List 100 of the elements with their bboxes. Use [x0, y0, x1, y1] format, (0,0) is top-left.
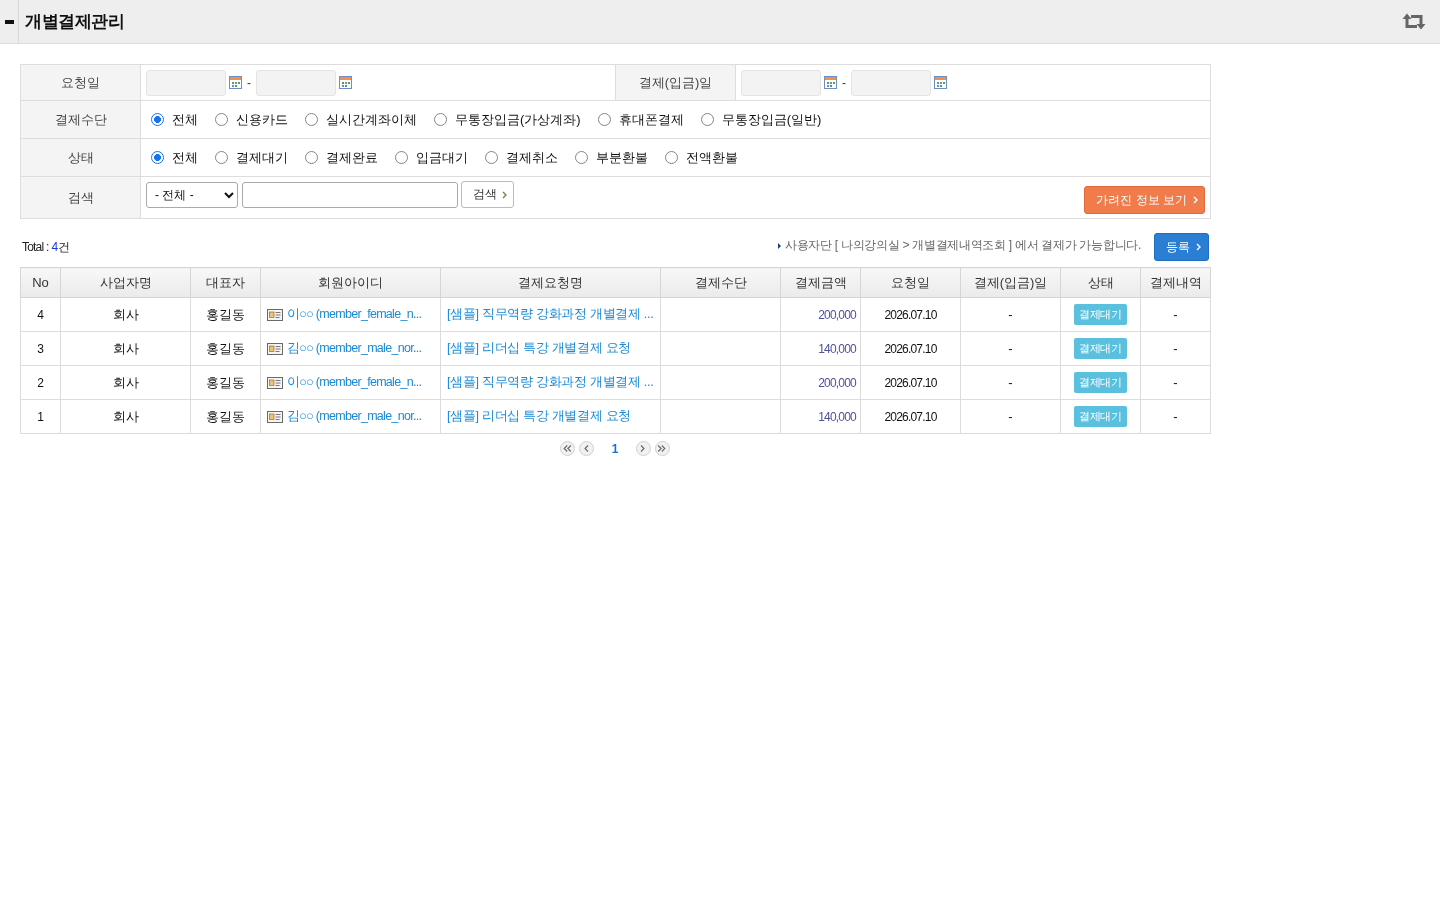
- radio-button[interactable]: [151, 113, 164, 126]
- table-cell: 홍길동: [190, 365, 261, 400]
- page-link[interactable]: 1: [611, 441, 619, 456]
- triangle-bullet-icon: [778, 242, 781, 249]
- chevron-right-icon: [1196, 243, 1201, 251]
- chevron-right-icon: [1193, 196, 1198, 204]
- chevron-right-icon: [502, 190, 507, 199]
- status-badge: 결제대기: [1074, 372, 1127, 393]
- radio-button[interactable]: [305, 151, 318, 164]
- column-header: 결제요청명: [440, 267, 661, 298]
- search-scope-select[interactable]: - 전체 -: [146, 181, 238, 208]
- radio-button[interactable]: [151, 151, 164, 164]
- radio-label[interactable]: 휴대폰결제: [618, 110, 684, 129]
- total-count: Total : 4건: [22, 238, 70, 256]
- table-cell: -: [1140, 399, 1211, 434]
- radio-label[interactable]: 부분환불: [596, 148, 648, 167]
- column-header: 사업자명: [60, 267, 191, 298]
- radio-button[interactable]: [215, 151, 228, 164]
- table-cell: -: [960, 297, 1061, 332]
- radio-button[interactable]: [485, 151, 498, 164]
- id-card-icon: [267, 376, 283, 389]
- notice-text: 사용자단 [ 나의강의실 > 개별결제내역조회 ] 에서 결제가 가능합니다.: [785, 237, 1141, 254]
- repeat-icon[interactable]: [1402, 13, 1426, 30]
- radio-button[interactable]: [305, 113, 318, 126]
- table-cell: 홍길동: [190, 399, 261, 434]
- table-cell: 회사: [60, 297, 191, 332]
- column-header: 상태: [1060, 267, 1141, 298]
- radio-label[interactable]: 신용카드: [236, 110, 288, 129]
- status-badge: 결제대기: [1074, 304, 1127, 325]
- radio-label[interactable]: 전액환불: [686, 148, 738, 167]
- range-separator: -: [247, 75, 251, 90]
- radio-label[interactable]: 전체: [172, 148, 198, 167]
- date-field[interactable]: [256, 69, 336, 96]
- radio-button[interactable]: [700, 113, 714, 126]
- table-cell: 2026.07.10: [860, 365, 961, 400]
- filter-label: 요청일: [20, 64, 141, 101]
- radio-button[interactable]: [597, 113, 611, 126]
- radio-label[interactable]: 실시간계좌이체: [326, 110, 417, 129]
- id-card-icon: [267, 342, 283, 355]
- table-cell: 회사: [60, 365, 191, 400]
- filter-label: 결제수단: [20, 100, 141, 139]
- column-header: 결제수단: [660, 267, 781, 298]
- filter-label: 상태: [20, 138, 141, 177]
- column-header: 결제내역: [1140, 267, 1211, 298]
- next-page-icon[interactable]: [636, 441, 652, 456]
- table-cell: 1: [20, 399, 61, 434]
- table-cell: 회사: [60, 331, 191, 366]
- status-badge: 결제대기: [1074, 406, 1127, 427]
- radio-label[interactable]: 결제취소: [506, 148, 558, 167]
- status-badge: 결제대기: [1074, 338, 1127, 359]
- calendar-icon[interactable]: [934, 76, 947, 89]
- table-cell: 2026.07.10: [860, 399, 961, 434]
- radio-label[interactable]: 결제대기: [236, 148, 288, 167]
- table-cell: 140,000: [780, 399, 861, 434]
- register-button[interactable]: 등록: [1154, 233, 1209, 261]
- table-cell: 200,000: [780, 365, 861, 400]
- table-cell: 2: [20, 365, 61, 400]
- radio-label[interactable]: 무통장입금(가상계좌): [455, 110, 581, 129]
- radio-label[interactable]: 전체: [172, 110, 198, 129]
- radio-button[interactable]: [395, 151, 408, 164]
- column-header: 결제(입금)일: [960, 267, 1061, 298]
- column-header: 회원아이디: [260, 267, 441, 298]
- search-field[interactable]: [242, 181, 458, 208]
- radio-button[interactable]: [215, 113, 228, 126]
- column-header: 요청일: [860, 267, 961, 298]
- calendar-icon[interactable]: [824, 76, 837, 89]
- table-cell: -: [960, 331, 1061, 366]
- table-cell: 3: [20, 331, 61, 366]
- radio-button[interactable]: [434, 113, 447, 126]
- date-field[interactable]: [741, 69, 821, 96]
- column-header: 대표자: [190, 267, 261, 298]
- table-cell: 홍길동: [190, 297, 261, 332]
- range-separator: -: [842, 75, 846, 90]
- radio-button[interactable]: [575, 151, 588, 164]
- filter-label: 결제(입금)일: [615, 64, 736, 101]
- filter-label: 검색: [20, 176, 141, 219]
- date-field[interactable]: [146, 69, 226, 96]
- radio-label[interactable]: 입금대기: [416, 148, 468, 167]
- date-field[interactable]: [851, 69, 931, 96]
- first-page-icon[interactable]: [559, 441, 575, 456]
- table-cell: -: [1140, 365, 1211, 400]
- id-card-icon: [267, 308, 283, 321]
- last-page-icon[interactable]: [655, 441, 671, 456]
- search-button[interactable]: 검색: [461, 181, 514, 208]
- radio-label[interactable]: 무통장입금(일반): [721, 110, 822, 129]
- table-cell: 4: [20, 297, 61, 332]
- id-card-icon: [267, 410, 283, 423]
- table-cell: 2026.07.10: [860, 331, 961, 366]
- table-cell: -: [1140, 331, 1211, 366]
- page-title: 개별결제관리: [25, 11, 124, 33]
- table-cell: -: [960, 399, 1061, 434]
- minus-icon[interactable]: [4, 19, 14, 24]
- previous-page-icon[interactable]: [578, 441, 594, 456]
- column-header: 결제금액: [780, 267, 861, 298]
- table-cell: -: [1140, 297, 1211, 332]
- calendar-icon[interactable]: [339, 76, 352, 89]
- radio-button[interactable]: [665, 151, 678, 164]
- calendar-icon[interactable]: [229, 76, 242, 89]
- radio-label[interactable]: 결제완료: [326, 148, 378, 167]
- table-cell: 140,000: [780, 331, 861, 366]
